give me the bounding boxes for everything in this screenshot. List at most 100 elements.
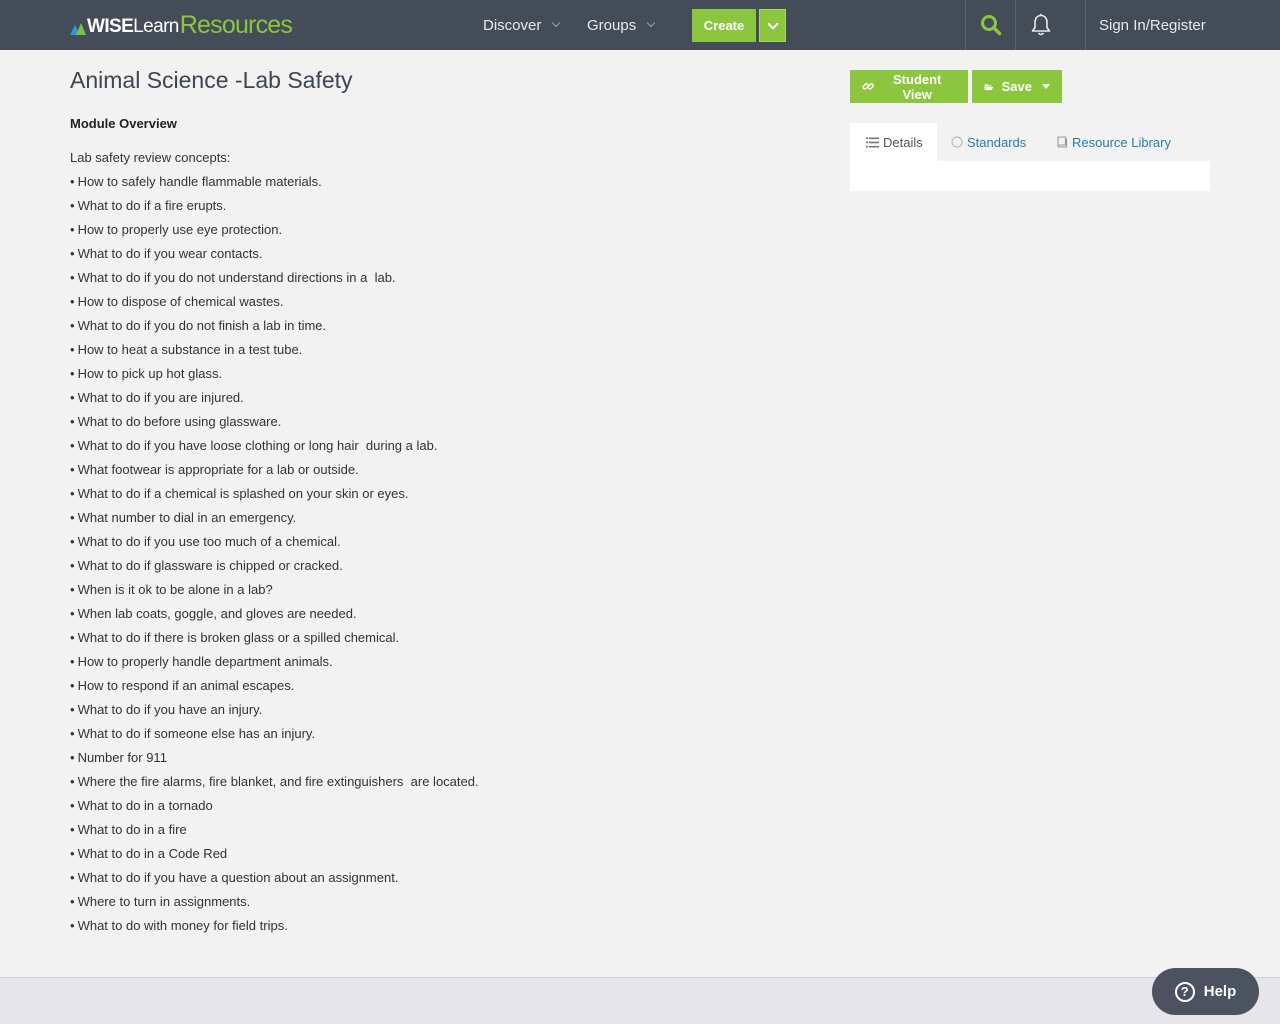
tab-details-label: Details: [883, 134, 923, 150]
help-button[interactable]: ? Help: [1152, 968, 1259, 1015]
bullet-glyph: •: [70, 750, 75, 765]
chevron-down-icon: [552, 18, 561, 28]
list-item: • How to properly use eye protection.: [70, 222, 479, 246]
list-item: • How to dispose of chemical wastes.: [70, 294, 479, 318]
list-item: • How to pick up hot glass.: [70, 366, 479, 390]
student-view-label: Student View: [893, 71, 942, 102]
list-item: • How to safely handle flammable material…: [70, 174, 479, 198]
list-item: • What to do if glassware is chipped or c…: [70, 558, 479, 582]
list-item-text: How to dispose of chemical wastes.: [77, 294, 284, 309]
book-icon: [1057, 136, 1068, 148]
list-item: • What to do with money for field trips.: [70, 918, 479, 942]
create-menu-toggle[interactable]: [759, 9, 786, 42]
nav-groups[interactable]: Groups: [587, 0, 656, 50]
list-item-text: When lab coats, goggle, and gloves are n…: [77, 606, 357, 621]
sign-in-register-link[interactable]: Sign In/Register: [1099, 0, 1206, 50]
list-item: • What to do if a chemical is splashed on…: [70, 486, 479, 510]
list-item-text: What to do if you use too much of a chem…: [77, 534, 341, 549]
list-item-text: How to pick up hot glass.: [77, 366, 223, 381]
list-item: • Number for 911: [70, 750, 479, 774]
list-item-text: What to do if you have loose clothing or…: [77, 438, 438, 453]
list-item: • What to do if someone else has an injur…: [70, 726, 479, 750]
list-item: • What to do if you have a question about…: [70, 870, 479, 894]
student-view-button[interactable]: Student View: [850, 70, 968, 103]
list-item-text: What to do if you do not understand dire…: [77, 270, 396, 285]
bullet-glyph: •: [70, 246, 75, 261]
list-item-text: Where to turn in assignments.: [77, 894, 251, 909]
bullet-glyph: •: [70, 270, 75, 285]
list-item: • When lab coats, goggle, and gloves are …: [70, 606, 479, 630]
list-item: • What to do if you have an injury.: [70, 702, 479, 726]
bullet-glyph: •: [70, 174, 75, 189]
list-item-text: What to do if there is broken glass or a…: [77, 630, 400, 645]
list-item-text: How to respond if an animal escapes.: [77, 678, 295, 693]
details-tab-panel: [850, 161, 1210, 191]
logo-mark-icon: [70, 21, 86, 35]
bullet-glyph: •: [70, 822, 75, 837]
footer: [0, 978, 1280, 1024]
nav-discover[interactable]: Discover: [483, 0, 561, 50]
list-item: • What to do if you use too much of a che…: [70, 534, 479, 558]
module-overview-heading: Module Overview: [70, 116, 177, 131]
search-button[interactable]: [966, 0, 1016, 50]
list-item: • What number to dial in an emergency.: [70, 510, 479, 534]
list-item: • What to do in a fire: [70, 822, 479, 846]
bullet-glyph: •: [70, 414, 75, 429]
search-icon: [981, 15, 1002, 36]
bullet-glyph: •: [70, 366, 75, 381]
help-label: Help: [1203, 983, 1237, 1000]
save-button[interactable]: Save: [972, 70, 1062, 103]
list-item-text: What to do with money for field trips.: [77, 918, 288, 933]
list-item: • What to do in a tornado: [70, 798, 479, 822]
circle-icon: [951, 136, 963, 148]
list-item: • How to properly handle department anima…: [70, 654, 479, 678]
bullet-glyph: •: [70, 294, 75, 309]
list-item: • What to do if a fire erupts.: [70, 198, 479, 222]
bullet-glyph: •: [70, 198, 75, 213]
list-item-text: How to safely handle flammable materials…: [77, 174, 322, 189]
overview-intro: Lab safety review concepts:: [70, 150, 231, 165]
wiselearn-logo[interactable]: WISE Learn Resources: [70, 12, 293, 38]
bullet-glyph: •: [70, 486, 75, 501]
bullet-glyph: •: [70, 702, 75, 717]
list-item-text: What to do if you wear contacts.: [77, 246, 263, 261]
bullet-glyph: •: [70, 342, 75, 357]
bell-icon: [1031, 13, 1051, 36]
list-item-text: What to do if a chemical is splashed on …: [77, 486, 409, 501]
list-item-text: What to do in a tornado: [77, 798, 213, 813]
tab-resource-library[interactable]: Resource Library: [1056, 123, 1171, 161]
create-button[interactable]: Create: [692, 9, 756, 42]
nav-groups-label: Groups: [587, 16, 637, 34]
list-item: • What to do if you do not finish a lab i…: [70, 318, 479, 342]
bullet-glyph: •: [70, 798, 75, 813]
list-item: • What to do if you are injured.: [70, 390, 479, 414]
bullet-glyph: •: [70, 462, 75, 477]
bullet-glyph: •: [70, 726, 75, 741]
list-item: • What to do if you wear contacts.: [70, 246, 479, 270]
list-item: • How to heat a substance in a test tube.: [70, 342, 479, 366]
list-item-text: What to do if someone else has an injury…: [77, 726, 316, 741]
save-label: Save: [1001, 79, 1032, 94]
question-circle-icon: ?: [1174, 981, 1195, 1002]
bullet-glyph: •: [70, 654, 75, 669]
nav-divider: [1085, 0, 1086, 50]
list-item-text: How to properly use eye protection.: [77, 222, 283, 237]
list-item-text: What to do before using glassware.: [77, 414, 282, 429]
list-item-text: What footwear is appropriate for a lab o…: [77, 462, 359, 477]
logo-wise-text: WISE: [87, 16, 134, 37]
page-title: Animal Science -Lab Safety: [70, 67, 353, 93]
notifications-button[interactable]: [1016, 0, 1066, 50]
bullet-glyph: •: [70, 438, 75, 453]
list-item-text: What to do in a fire: [77, 822, 187, 837]
bullet-glyph: •: [70, 918, 75, 933]
chevron-down-icon: [646, 18, 656, 28]
bullet-glyph: •: [70, 774, 75, 789]
list-item-text: What to do if you have a question about …: [77, 870, 399, 885]
bullet-glyph: •: [70, 846, 75, 861]
list-item-text: What to do if you do not finish a lab in…: [77, 318, 327, 333]
tab-details[interactable]: Details: [850, 123, 937, 161]
tab-standards-label: Standards: [967, 134, 1027, 150]
bullet-glyph: •: [70, 606, 75, 621]
tab-standards[interactable]: Standards: [951, 123, 1026, 161]
nav-discover-label: Discover: [483, 16, 542, 34]
